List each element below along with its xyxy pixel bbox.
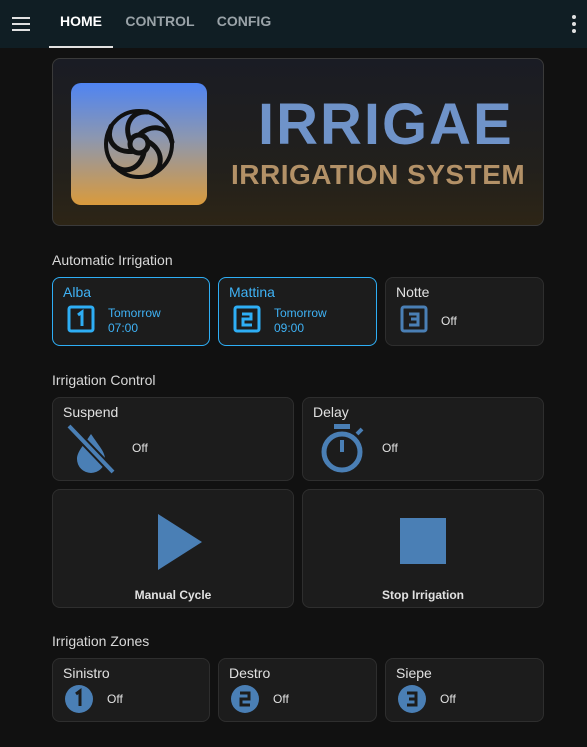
stop-irrigation-button[interactable]: Stop Irrigation bbox=[302, 489, 544, 608]
play-icon bbox=[158, 514, 202, 570]
zone-card-destro[interactable]: Destro Off bbox=[218, 658, 377, 722]
suspend-card[interactable]: Suspend Off bbox=[52, 397, 294, 481]
delay-card[interactable]: Delay Off bbox=[302, 397, 544, 481]
numeric-1-box-icon bbox=[67, 305, 95, 333]
program-name: Alba bbox=[63, 284, 92, 300]
numeric-1-circle-icon bbox=[65, 685, 93, 713]
brand-title: IRRIGAE bbox=[258, 92, 514, 157]
manual-cycle-label: Manual Cycle bbox=[134, 588, 212, 602]
zone-name: Siepe bbox=[396, 665, 432, 681]
top-app-bar: HOME CONTROL CONFIG bbox=[0, 0, 587, 48]
irrigae-banner: IRRIGAE IRRIGATION SYSTEM bbox=[52, 58, 544, 226]
zone-state: Off bbox=[107, 692, 123, 706]
zone-name: Sinistro bbox=[63, 665, 110, 681]
zone-name: Destro bbox=[229, 665, 271, 681]
program-next-day: Tomorrow bbox=[274, 306, 327, 320]
program-next-time: 07:00 bbox=[108, 321, 139, 335]
delay-state: Off bbox=[382, 441, 398, 455]
section-title-zones: Irrigation Zones bbox=[52, 633, 150, 649]
program-next-day: Tomorrow bbox=[108, 306, 161, 320]
delay-label: Delay bbox=[313, 404, 349, 420]
program-card-notte[interactable]: Notte Off bbox=[385, 277, 544, 346]
program-state: Off bbox=[441, 314, 457, 328]
fan-logo-icon bbox=[104, 109, 175, 179]
numeric-2-circle-icon bbox=[231, 685, 259, 713]
brand-subtitle: IRRIGATION SYSTEM bbox=[231, 159, 526, 190]
tab-control[interactable]: CONTROL bbox=[120, 0, 200, 48]
program-card-mattina[interactable]: Mattina Tomorrow 09:00 bbox=[218, 277, 377, 346]
timer-icon bbox=[321, 424, 364, 473]
program-name: Notte bbox=[396, 284, 430, 300]
program-next-time: 09:00 bbox=[274, 321, 305, 335]
suspend-state: Off bbox=[132, 441, 148, 455]
program-name: Mattina bbox=[229, 284, 275, 300]
suspend-label: Suspend bbox=[63, 404, 119, 420]
stop-irrigation-label: Stop Irrigation bbox=[382, 588, 464, 602]
stop-icon bbox=[400, 518, 446, 564]
numeric-3-circle-icon bbox=[398, 685, 426, 713]
zone-card-siepe[interactable]: Siepe Off bbox=[385, 658, 544, 722]
section-title-automatic: Automatic Irrigation bbox=[52, 252, 173, 268]
zone-state: Off bbox=[273, 692, 289, 706]
section-title-control: Irrigation Control bbox=[52, 372, 156, 388]
active-tab-indicator bbox=[49, 46, 113, 48]
zone-card-sinistro[interactable]: Sinistro Off bbox=[52, 658, 210, 722]
tab-home[interactable]: HOME bbox=[49, 0, 113, 48]
logo-tile bbox=[71, 83, 207, 205]
zone-state: Off bbox=[440, 692, 456, 706]
tab-config[interactable]: CONFIG bbox=[208, 0, 280, 48]
numeric-2-box-icon bbox=[233, 305, 261, 333]
manual-cycle-button[interactable]: Manual Cycle bbox=[52, 489, 294, 608]
dots-vertical-icon[interactable] bbox=[566, 12, 582, 36]
numeric-3-box-icon bbox=[400, 305, 428, 333]
program-card-alba[interactable]: Alba Tomorrow 07:00 bbox=[52, 277, 210, 346]
hamburger-icon[interactable] bbox=[9, 12, 33, 36]
water-off-icon bbox=[66, 424, 116, 474]
